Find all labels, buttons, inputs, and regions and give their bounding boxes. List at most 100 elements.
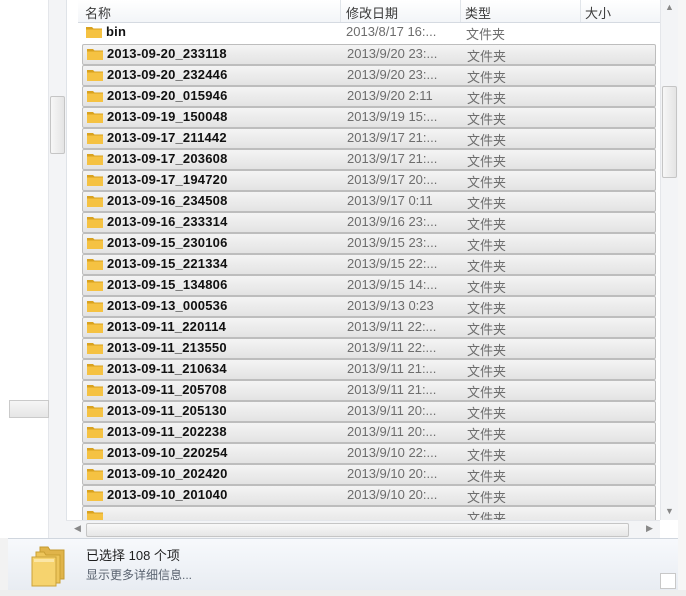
file-row[interactable]: bin 2013/8/17 16:... 文件夹 [82, 23, 654, 42]
column-size-header[interactable]: 大小 [585, 3, 611, 22]
show-more-details-link[interactable]: 显示更多详细信息... [86, 566, 192, 583]
modified-date: 2013/9/11 21:... [347, 382, 437, 397]
column-type-header[interactable]: 类型 [465, 3, 491, 22]
modified-date: 2013/9/15 22:... [347, 256, 438, 271]
file-row[interactable]: 2013-09-16_233314 2013/9/16 23:... 文件夹 [82, 212, 656, 233]
stacked-folders-icon [31, 546, 65, 587]
modified-date: 2013/9/11 22:... [347, 340, 437, 355]
file-type: 文件夹 [467, 448, 507, 463]
column-header: ⌃ 名称 修改日期 类型 大小 [78, 0, 660, 23]
file-name: bin [106, 24, 127, 39]
navigation-horizontal-scroll-thumb[interactable] [9, 400, 49, 418]
column-divider[interactable] [460, 0, 461, 22]
file-name: 2013-09-10_201040 [107, 487, 228, 502]
modified-date: 2013/9/11 20:... [347, 403, 437, 418]
file-type: 文件夹 [467, 49, 507, 64]
file-type: 文件夹 [467, 238, 507, 253]
file-name: 2013-09-11_213550 [107, 340, 227, 355]
modified-date: 2013/9/11 22:... [347, 319, 437, 334]
file-row[interactable]: 2013-09-11_205130 2013/9/11 20:... 文件夹 [82, 401, 656, 422]
file-type: 文件夹 [467, 469, 507, 484]
file-name: 2013-09-19_150048 [107, 109, 228, 124]
folder-icon [87, 70, 103, 81]
file-name: 2013-09-11_220114 [107, 319, 227, 334]
navigation-scroll-thumb[interactable] [50, 96, 65, 154]
modified-date: 2013/8/17 16:... [346, 24, 437, 39]
column-date-header[interactable]: 修改日期 [346, 3, 398, 22]
file-row[interactable]: 2013-09-20_015946 2013/9/20 2:11 文件夹 [82, 86, 656, 107]
file-row[interactable]: 2013-09-20_232446 2013/9/20 23:... 文件夹 [82, 65, 656, 86]
file-name: 2013-09-15_134806 [107, 277, 228, 292]
modified-date: 2013/9/20 2:11 [347, 88, 433, 103]
file-row[interactable]: 2013-09-10_220254 2013/9/10 22:... 文件夹 [82, 443, 656, 464]
file-row[interactable]: 2013-09-17_203608 2013/9/17 21:... 文件夹 [82, 149, 656, 170]
column-divider[interactable] [340, 0, 341, 22]
file-row[interactable]: 2013-09-15_134806 2013/9/15 14:... 文件夹 [82, 275, 656, 296]
file-row[interactable]: 2013-09-11_220114 2013/9/11 22:... 文件夹 [82, 317, 656, 338]
file-name: 2013-09-20_233118 [107, 46, 227, 61]
selection-count: 已选择 108 个项 [86, 548, 180, 563]
file-type: 文件夹 [467, 196, 507, 211]
folder-icon [87, 343, 103, 354]
folder-icon [87, 301, 103, 312]
folder-icon [86, 27, 102, 38]
folder-icon [87, 448, 103, 459]
file-row[interactable]: 2013-09-11_210634 2013/9/11 21:... 文件夹 [82, 359, 656, 380]
horizontal-scroll-thumb[interactable] [86, 523, 629, 537]
file-row[interactable]: 2013-09-16_234508 2013/9/17 0:11 文件夹 [82, 191, 656, 212]
file-row[interactable]: 2013-09-13_000536 2013/9/13 0:23 文件夹 [82, 296, 656, 317]
file-list-scroll-thumb[interactable] [662, 86, 677, 178]
folder-icon [87, 259, 103, 270]
file-name: 2013-09-16_233314 [107, 214, 228, 229]
file-type: 文件夹 [467, 70, 507, 85]
resize-grip[interactable] [660, 573, 676, 589]
scroll-up-arrow-icon[interactable]: ▲ [665, 2, 674, 12]
scroll-down-arrow-icon[interactable]: ▼ [665, 506, 674, 516]
file-row[interactable]: 2013-09-10_201040 2013/9/10 20:... 文件夹 [82, 485, 656, 506]
file-name: 2013-09-20_232446 [107, 67, 228, 82]
file-name: 2013-09-11_205708 [107, 382, 227, 397]
file-type: 文件夹 [467, 175, 507, 190]
file-row[interactable]: 2013-09-17_194720 2013/9/17 20:... 文件夹 [82, 170, 656, 191]
file-list: GameData2013/7/24 ...文件夹bin2013/8/17 16:… [66, 0, 660, 520]
folder-icon [87, 427, 103, 438]
scroll-left-arrow-icon[interactable]: ◀ [74, 523, 81, 534]
file-row[interactable]: 2013-09-17_211442 2013/9/17 21:... 文件夹 [82, 128, 656, 149]
scroll-right-arrow-icon[interactable]: ▶ [646, 523, 653, 534]
file-row[interactable]: 2013-09-11_205708 2013/9/11 21:... 文件夹 [82, 380, 656, 401]
file-type: 文件夹 [467, 343, 507, 358]
window-frame [0, 538, 8, 596]
folder-icon [87, 364, 103, 375]
folder-icon [87, 133, 103, 144]
column-name-header[interactable]: 名称 [85, 3, 111, 22]
file-list-horizontal-scrollbar[interactable]: ◀ ▶ [66, 520, 660, 539]
file-row[interactable]: 2013-09-19_150048 2013/9/19 15:... 文件夹 [82, 107, 656, 128]
file-row[interactable]: 2013-09-15_221334 2013/9/15 22:... 文件夹 [82, 254, 656, 275]
column-divider[interactable] [580, 0, 581, 22]
modified-date: 2013/9/10 20:... [347, 466, 438, 481]
folder-icon [87, 49, 103, 60]
file-row[interactable]: 2013-09-10_202420 2013/9/10 20:... 文件夹 [82, 464, 656, 485]
file-name: 2013-09-20_015946 [107, 88, 228, 103]
file-type: 文件夹 [467, 133, 507, 148]
modified-date: 2013/9/15 23:... [347, 235, 438, 250]
modified-date: 2013/9/15 14:... [347, 277, 438, 292]
file-row[interactable]: 2013-09-15_230106 2013/9/15 23:... 文件夹 [82, 233, 656, 254]
file-list-vertical-scrollbar[interactable]: ▲ ▼ [660, 0, 678, 520]
folder-icon [87, 406, 103, 417]
folder-icon [87, 91, 103, 102]
folder-icon [87, 511, 103, 520]
modified-date: 2013/9/13 0:23 [347, 298, 434, 313]
file-row[interactable]: 2013-09-11_202238 2013/9/11 20:... 文件夹 [82, 422, 656, 443]
file-row[interactable]: 文件夹 [82, 506, 656, 520]
modified-date: 2013/9/17 21:... [347, 151, 438, 166]
file-type: 文件夹 [467, 406, 507, 421]
folder-icon [87, 490, 103, 501]
folder-icon [87, 154, 103, 165]
folder-icon [87, 280, 103, 291]
file-row[interactable]: 2013-09-11_213550 2013/9/11 22:... 文件夹 [82, 338, 656, 359]
file-row[interactable]: 2013-09-20_233118 2013/9/20 23:... 文件夹 [82, 44, 656, 65]
modified-date: 2013/9/20 23:... [347, 67, 438, 82]
file-name: 2013-09-10_220254 [107, 445, 228, 460]
navigation-vertical-scrollbar[interactable]: ▼ [48, 0, 110, 538]
